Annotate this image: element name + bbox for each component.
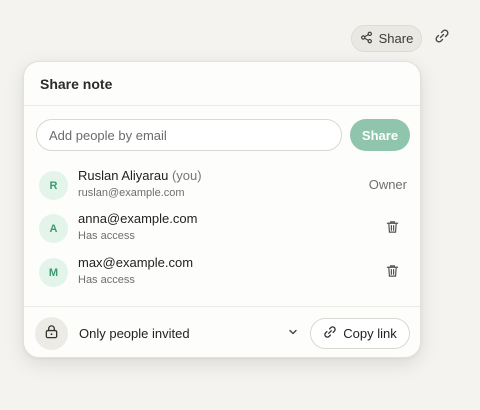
- share-toggle-button[interactable]: Share: [351, 25, 422, 52]
- lock-icon: [44, 324, 59, 344]
- link-icon: [434, 28, 450, 49]
- lock-icon-badge: [35, 317, 68, 350]
- access-level-select[interactable]: Only people invited: [79, 319, 299, 347]
- member-name: Ruslan Aliyarau (you): [78, 168, 202, 183]
- link-icon: [323, 325, 337, 342]
- email-input[interactable]: [36, 119, 342, 151]
- member-row: R Ruslan Aliyarau (you) ruslan@example.c…: [24, 166, 420, 206]
- trash-icon: [386, 264, 399, 283]
- member-name: max@example.com: [78, 255, 194, 270]
- copy-link-button[interactable]: Copy link: [310, 318, 410, 349]
- access-level-label: Only people invited: [79, 325, 190, 341]
- avatar: M: [39, 258, 68, 287]
- trash-icon: [386, 220, 399, 239]
- divider: [24, 105, 420, 106]
- member-status: Has access: [78, 230, 135, 242]
- share-nodes-icon: [360, 31, 373, 47]
- copy-link-label: Copy link: [343, 326, 397, 341]
- member-row: A anna@example.com Has access: [24, 209, 420, 249]
- dialog-title: Share note: [40, 76, 113, 92]
- member-row: M max@example.com Has access: [24, 253, 420, 293]
- chevron-down-icon: [287, 326, 299, 341]
- remove-member-button[interactable]: [382, 219, 402, 239]
- you-tag: (you): [171, 168, 202, 183]
- divider: [24, 306, 420, 307]
- share-dialog: Share note Share R Ruslan Aliyarau (you)…: [23, 61, 421, 358]
- member-name-text: Ruslan Aliyarau: [78, 168, 169, 183]
- share-button[interactable]: Share: [350, 119, 410, 151]
- member-email: ruslan@example.com: [78, 187, 185, 199]
- member-status: Has access: [78, 274, 135, 286]
- remove-member-button[interactable]: [382, 263, 402, 283]
- copy-link-icon-button[interactable]: [430, 26, 454, 50]
- share-toggle-label: Share: [378, 31, 414, 46]
- member-name: anna@example.com: [78, 211, 198, 226]
- avatar: A: [39, 214, 68, 243]
- avatar: R: [39, 171, 68, 200]
- member-role: Owner: [368, 177, 407, 192]
